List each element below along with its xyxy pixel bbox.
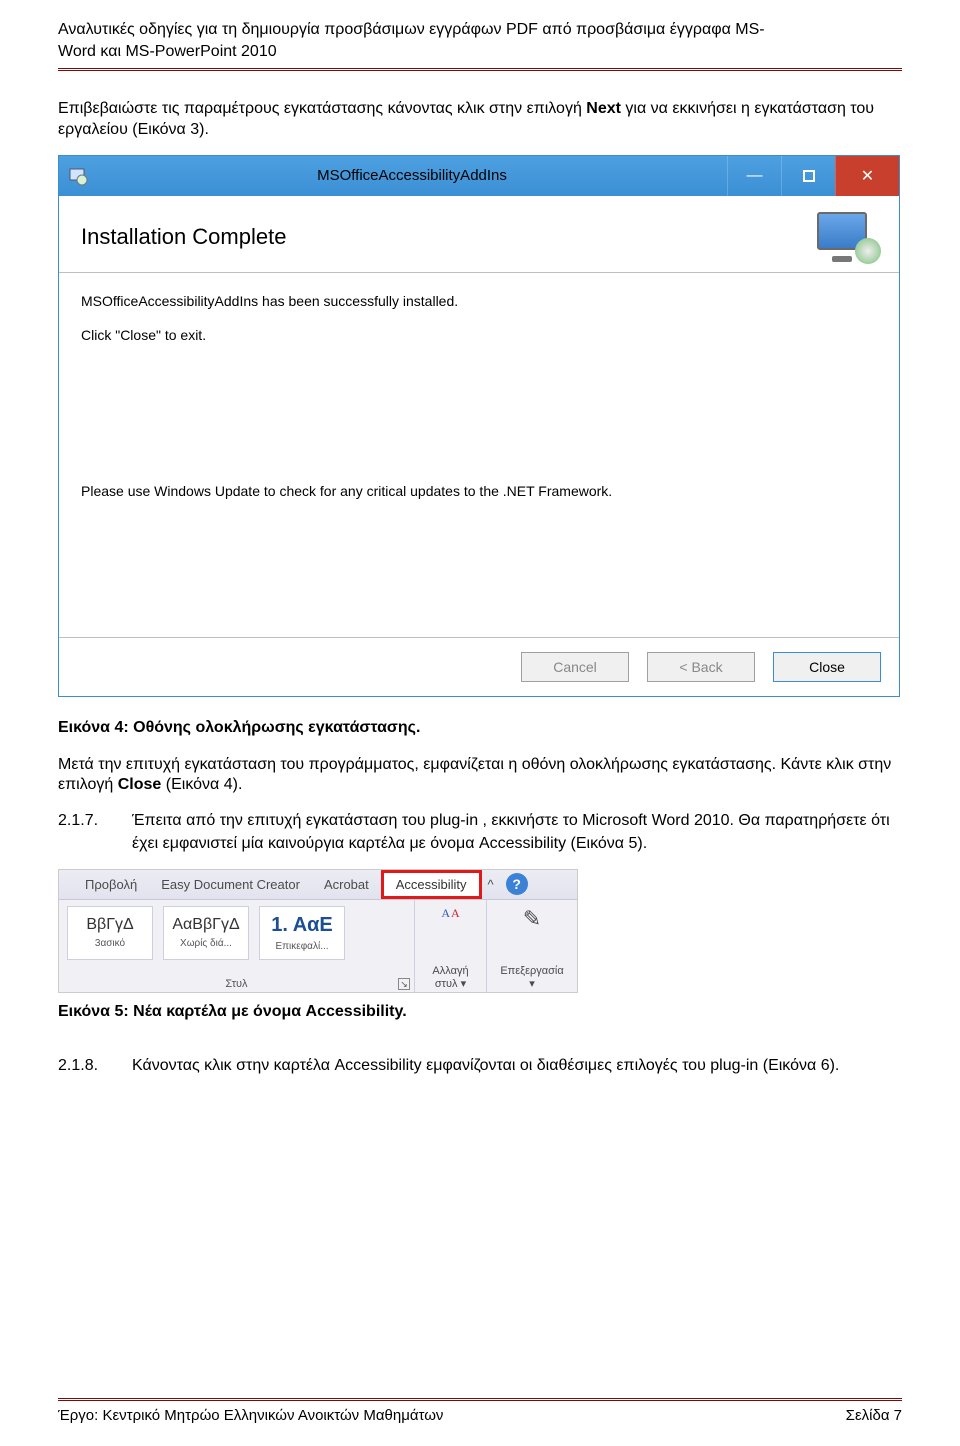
- style-heading-sample: 1. ΑαE: [271, 914, 333, 937]
- figure5-caption: Εικόνα 5: Νέα καρτέλα με όνομα Accessibi…: [58, 1003, 902, 1021]
- minimize-button[interactable]: —: [727, 156, 781, 196]
- editing-label: Επεξεργασία ▾: [500, 965, 563, 990]
- editing-icon[interactable]: ✎: [523, 906, 541, 932]
- footer-left: Έργο: Κεντρικό Μητρώο Ελληνικών Ανοικτών…: [58, 1407, 443, 1424]
- installer-body-line1: MSOfficeAccessibilityAddIns has been suc…: [81, 293, 877, 309]
- intro-pre: Επιβεβαιώστε τις παραμέτρους εγκατάσταση…: [58, 100, 586, 117]
- installer-body-line2: Click "Close" to exit.: [81, 327, 877, 343]
- styles-group-label-text: Στυλ: [225, 978, 247, 990]
- installer-body: MSOfficeAccessibilityAddIns has been suc…: [59, 273, 899, 637]
- installer-titlebar: MSOfficeAccessibilityAddIns — ✕: [59, 156, 899, 196]
- change-label2: στυλ ▾: [432, 977, 468, 990]
- style-basic[interactable]: ΒβΓγΔ 3ασικό: [67, 906, 153, 960]
- close-button[interactable]: Close: [773, 652, 881, 682]
- style-heading-label: Επικεφαλί...: [275, 941, 328, 952]
- intro-bold-next: Next: [586, 100, 621, 117]
- installer-header-row: Installation Complete: [59, 196, 899, 272]
- ribbon-collapse-icon[interactable]: ^: [482, 870, 500, 899]
- editing-dropdown-icon: ▾: [500, 977, 563, 990]
- change-styles-label: Αλλαγή στυλ ▾: [432, 965, 468, 990]
- ribbon-left-edge: [63, 870, 73, 899]
- change-styles-group: AA Αλλαγή στυλ ▾: [415, 900, 487, 992]
- step-num-218: 2.1.8.: [58, 1055, 114, 1077]
- change-styles-icon[interactable]: AA: [441, 906, 459, 921]
- editing-label-text: Επεξεργασία: [500, 965, 563, 977]
- styles-group: ΒβΓγΔ 3ασικό ΑαΒβΓγΔ Χωρίς διά... 1. ΑαE…: [59, 900, 415, 992]
- help-icon[interactable]: ?: [506, 873, 528, 895]
- ribbon-body: ΒβΓγΔ 3ασικό ΑαΒβΓγΔ Χωρίς διά... 1. ΑαE…: [59, 900, 577, 992]
- style-no-spacing[interactable]: ΑαΒβΓγΔ Χωρίς διά...: [163, 906, 249, 960]
- step-2-1-7: 2.1.7. Έπειτα από την επιτυχή εγκατάστασ…: [58, 810, 902, 855]
- tab-acrobat[interactable]: Acrobat: [312, 870, 381, 899]
- ribbon-tabstrip: Προβολή Easy Document Creator Acrobat Ac…: [59, 870, 577, 900]
- figure4-caption: Εικόνα 4: Οθόνης ολοκλήρωσης εγκατάσταση…: [58, 719, 902, 737]
- after4-bold-close: Close: [118, 776, 162, 793]
- intro-paragraph: Επιβεβαιώστε τις παραμέτρους εγκατάσταση…: [58, 99, 902, 141]
- style-basic-sample: ΒβΓγΔ: [86, 916, 133, 934]
- editing-group: ✎ Επεξεργασία ▾: [487, 900, 577, 992]
- change-label1: Αλλαγή: [432, 965, 468, 977]
- after4-post: (Εικόνα 4).: [161, 776, 242, 793]
- installer-icon: [59, 156, 97, 196]
- installer-window: MSOfficeAccessibilityAddIns — ✕ Installa…: [58, 155, 900, 697]
- page-header-line2: Word και MS-PowerPoint 2010: [58, 42, 902, 64]
- step-text-217: Έπειτα από την επιτυχή εγκατάσταση του p…: [132, 810, 902, 855]
- step-text-218: Κάνοντας κλικ στην καρτέλα Accessibility…: [132, 1055, 902, 1077]
- tab-accessibility[interactable]: Accessibility: [381, 870, 482, 899]
- close-window-button[interactable]: ✕: [835, 156, 899, 196]
- style-nospacing-label: Χωρίς διά...: [180, 938, 232, 949]
- tab-easy-document-creator[interactable]: Easy Document Creator: [149, 870, 312, 899]
- page-header-line1: Αναλυτικές οδηγίες για τη δημιουργία προ…: [58, 20, 902, 42]
- installer-body-line3: Please use Windows Update to check for a…: [81, 483, 877, 499]
- tab-view[interactable]: Προβολή: [73, 870, 149, 899]
- style-heading[interactable]: 1. ΑαE Επικεφαλί...: [259, 906, 345, 960]
- page-footer: Έργο: Κεντρικό Μητρώο Ελληνικών Ανοικτών…: [58, 1398, 902, 1424]
- style-nospacing-sample: ΑαΒβΓγΔ: [172, 916, 239, 934]
- word-ribbon: Προβολή Easy Document Creator Acrobat Ac…: [58, 869, 578, 993]
- installer-title: MSOfficeAccessibilityAddIns: [97, 156, 727, 196]
- after-fig4-paragraph: Μετά την επιτυχή εγκατάσταση του προγράμ…: [58, 755, 902, 797]
- computer-disc-icon: [817, 212, 877, 262]
- footer-right: Σελίδα 7: [846, 1407, 902, 1424]
- style-basic-label: 3ασικό: [95, 938, 125, 949]
- step-2-1-8: 2.1.8. Κάνοντας κλικ στην καρτέλα Access…: [58, 1055, 902, 1077]
- back-button[interactable]: < Back: [647, 652, 755, 682]
- cancel-button[interactable]: Cancel: [521, 652, 629, 682]
- maximize-button[interactable]: [781, 156, 835, 196]
- installer-footer: Cancel < Back Close: [59, 637, 899, 696]
- styles-launcher-icon[interactable]: ↘: [398, 978, 410, 990]
- styles-group-label: Στυλ ↘: [67, 976, 406, 990]
- header-rule: [58, 68, 902, 71]
- installer-heading: Installation Complete: [81, 224, 286, 250]
- footer-rule: [58, 1398, 902, 1401]
- step-num-217: 2.1.7.: [58, 810, 114, 855]
